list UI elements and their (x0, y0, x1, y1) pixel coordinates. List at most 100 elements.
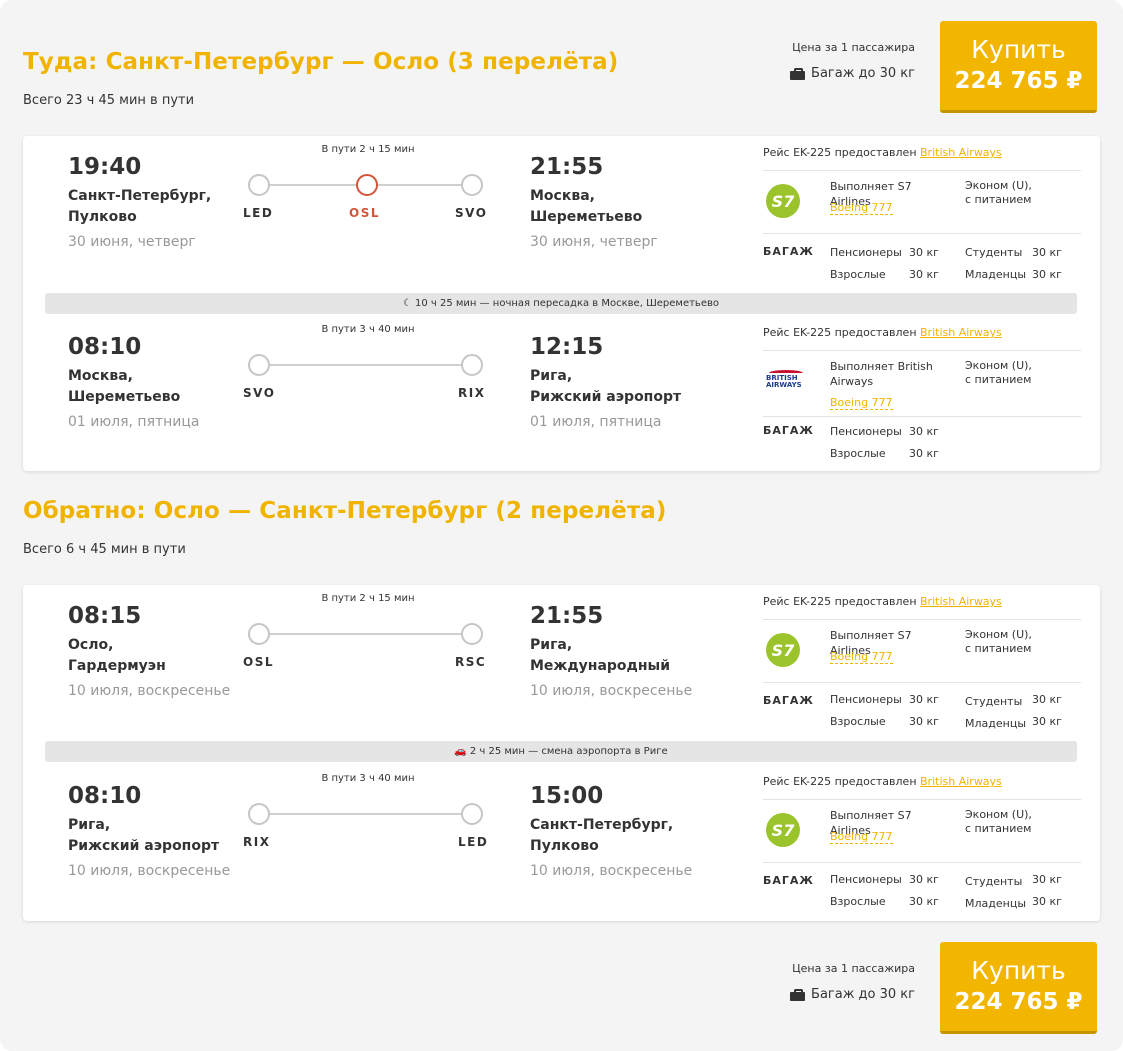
buy-button-label: Купить (971, 955, 1066, 985)
departure-date: 01 июля, пятница (68, 414, 200, 430)
destination-dot (461, 354, 483, 376)
baggage-type: Взрослые (830, 447, 886, 460)
arrival-date: 30 июня, четверг (530, 234, 658, 250)
provider-link[interactable]: British Airways (920, 146, 1002, 159)
arrival-airport-name: Рижский аэропорт (530, 389, 682, 405)
airline-logo: BRITISH AIRWAYS (766, 364, 803, 400)
fare-class-name: Эконом (U), (965, 628, 1032, 641)
baggage-type: Студенты (965, 246, 1023, 259)
transfer-banner: 🚗 2 ч 25 мин — смена аэропорта в Риге (45, 741, 1077, 762)
route-line: В пути 3 ч 40 мин RIX LED (243, 773, 493, 853)
divider (763, 619, 1081, 620)
departure-time: 08:10 (68, 334, 142, 360)
baggage-type: Младенцы (965, 717, 1026, 730)
destination-code: RIX (458, 386, 486, 400)
destination-dot (461, 623, 483, 645)
divider (763, 170, 1081, 171)
baggage-weight: 30 кг (1032, 268, 1062, 281)
arrival-date: 01 июля, пятница (530, 414, 662, 430)
route-line-track (259, 364, 463, 366)
bottom-buy-box: Цена за 1 пассажира Багаж до 30 кг Купит… (740, 942, 1100, 1036)
divider (763, 416, 1081, 417)
origin-code: RIX (243, 835, 271, 849)
baggage-type: Взрослые (830, 715, 886, 728)
operated-by: Выполняет British Airways (830, 360, 933, 388)
provider-link[interactable]: British Airways (920, 595, 1002, 608)
destination-dot (461, 803, 483, 825)
baggage-icon (790, 67, 806, 80)
departure-city-name: Москва, (68, 368, 133, 384)
flight-segment: 08:10 Москва, Шереметьево 01 июля, пятни… (23, 316, 1100, 476)
departure-date: 10 июля, воскресенье (68, 683, 231, 699)
divider (763, 799, 1081, 800)
departure-city: Москва, Шереметьево (68, 366, 180, 408)
baggage-label: БАГАЖ (763, 245, 814, 258)
buy-button[interactable]: Купить 224 765 ₽ (940, 21, 1097, 113)
s7-logo-icon: S7 (766, 633, 800, 667)
divider (763, 862, 1081, 863)
baggage-type: Пенсионеры (830, 246, 902, 259)
outbound-title: Туда: Санкт-Петербург — Осло (3 перелёта… (23, 49, 619, 75)
airline-logo: S7 (766, 184, 802, 220)
aircraft-link[interactable]: Boeing 777 (830, 650, 893, 664)
buy-button[interactable]: Купить 224 765 ₽ (940, 942, 1097, 1034)
flight-info: Рейс EK-225 предоставлен British Airways… (763, 316, 1081, 476)
baggage-allowance: Багаж до 30 кг (790, 987, 915, 1002)
baggage-weight: 30 кг (909, 268, 939, 281)
origin-code: LED (243, 206, 274, 220)
aircraft-link[interactable]: Boeing 777 (830, 396, 893, 410)
aircraft-link[interactable]: Boeing 777 (830, 201, 893, 215)
arrival-airport-name: Шереметьево (530, 209, 643, 225)
return-card: 08:15 Осло, Гардермуэн 10 июля, воскресе… (23, 585, 1100, 921)
arrival-city-name: Рига, (530, 368, 573, 384)
stop-code: OSL (349, 206, 380, 220)
flight-provider: Рейс EK-225 предоставлен British Airways (763, 775, 1002, 788)
fare-class-name: Эконом (U), (965, 179, 1032, 192)
route-line: В пути 2 ч 15 мин LED OSL SVO (243, 144, 493, 224)
arrival-city: Санкт-Петербург, Пулково (530, 815, 673, 857)
departure-city-name: Рига, (68, 817, 111, 833)
flight-segment: 08:15 Осло, Гардермуэн 10 июля, воскресе… (23, 585, 1100, 745)
airline-logo: S7 (766, 633, 802, 669)
origin-code: OSL (243, 655, 274, 669)
fare-class-name: Эконом (U), (965, 808, 1032, 821)
destination-code: RSC (455, 655, 487, 669)
arrival-city-name: Санкт-Петербург, (530, 817, 674, 833)
airline-logo: S7 (766, 813, 802, 849)
arrival-airport-name: Международный (530, 658, 670, 674)
baggage-allowance: Багаж до 30 кг (790, 66, 915, 81)
destination-dot (461, 174, 483, 196)
flight-provider: Рейс EK-225 предоставлен British Airways (763, 595, 1002, 608)
aircraft-link[interactable]: Boeing 777 (830, 830, 893, 844)
route-line-track (259, 633, 463, 635)
flight-duration: В пути 3 ч 40 мин (321, 773, 415, 784)
fare-meal: с питанием (965, 193, 1032, 206)
arrival-city: Рига, Международный (530, 635, 670, 677)
arrival-time: 21:55 (530, 154, 604, 180)
departure-airport-name: Пулково (68, 209, 137, 225)
fare-class: Эконом (U), с питанием (965, 359, 1032, 387)
baggage-weight: 30 кг (909, 895, 939, 908)
fare-class: Эконом (U), с питанием (965, 628, 1032, 656)
arrival-time: 21:55 (530, 603, 604, 629)
fare-class: Эконом (U), с питанием (965, 808, 1032, 836)
baggage-type: Пенсионеры (830, 425, 902, 438)
baggage-allowance-text: Багаж до 30 кг (811, 66, 915, 81)
baggage-type: Пенсионеры (830, 693, 902, 706)
provider-link[interactable]: British Airways (920, 326, 1002, 339)
arrival-airport-name: Пулково (530, 838, 599, 854)
departure-date: 10 июля, воскресенье (68, 863, 231, 879)
arrival-time: 12:15 (530, 334, 604, 360)
fare-class-name: Эконом (U), (965, 359, 1032, 372)
provider-link[interactable]: British Airways (920, 775, 1002, 788)
baggage-weight: 30 кг (909, 425, 939, 438)
departure-city-name: Санкт-Петербург, (68, 188, 212, 204)
departure-city: Санкт-Петербург, Пулково (68, 186, 211, 228)
fare-meal: с питанием (965, 642, 1032, 655)
outbound-total-time: Всего 23 ч 45 мин в пути (23, 93, 195, 108)
destination-code: LED (458, 835, 489, 849)
baggage-weight: 30 кг (909, 447, 939, 460)
transfer-text: 10 ч 25 мин — ночная пересадка в Москве,… (414, 298, 719, 309)
flight-segment: 19:40 Санкт-Петербург, Пулково 30 июня, … (23, 136, 1100, 296)
baggage-icon (790, 988, 806, 1001)
